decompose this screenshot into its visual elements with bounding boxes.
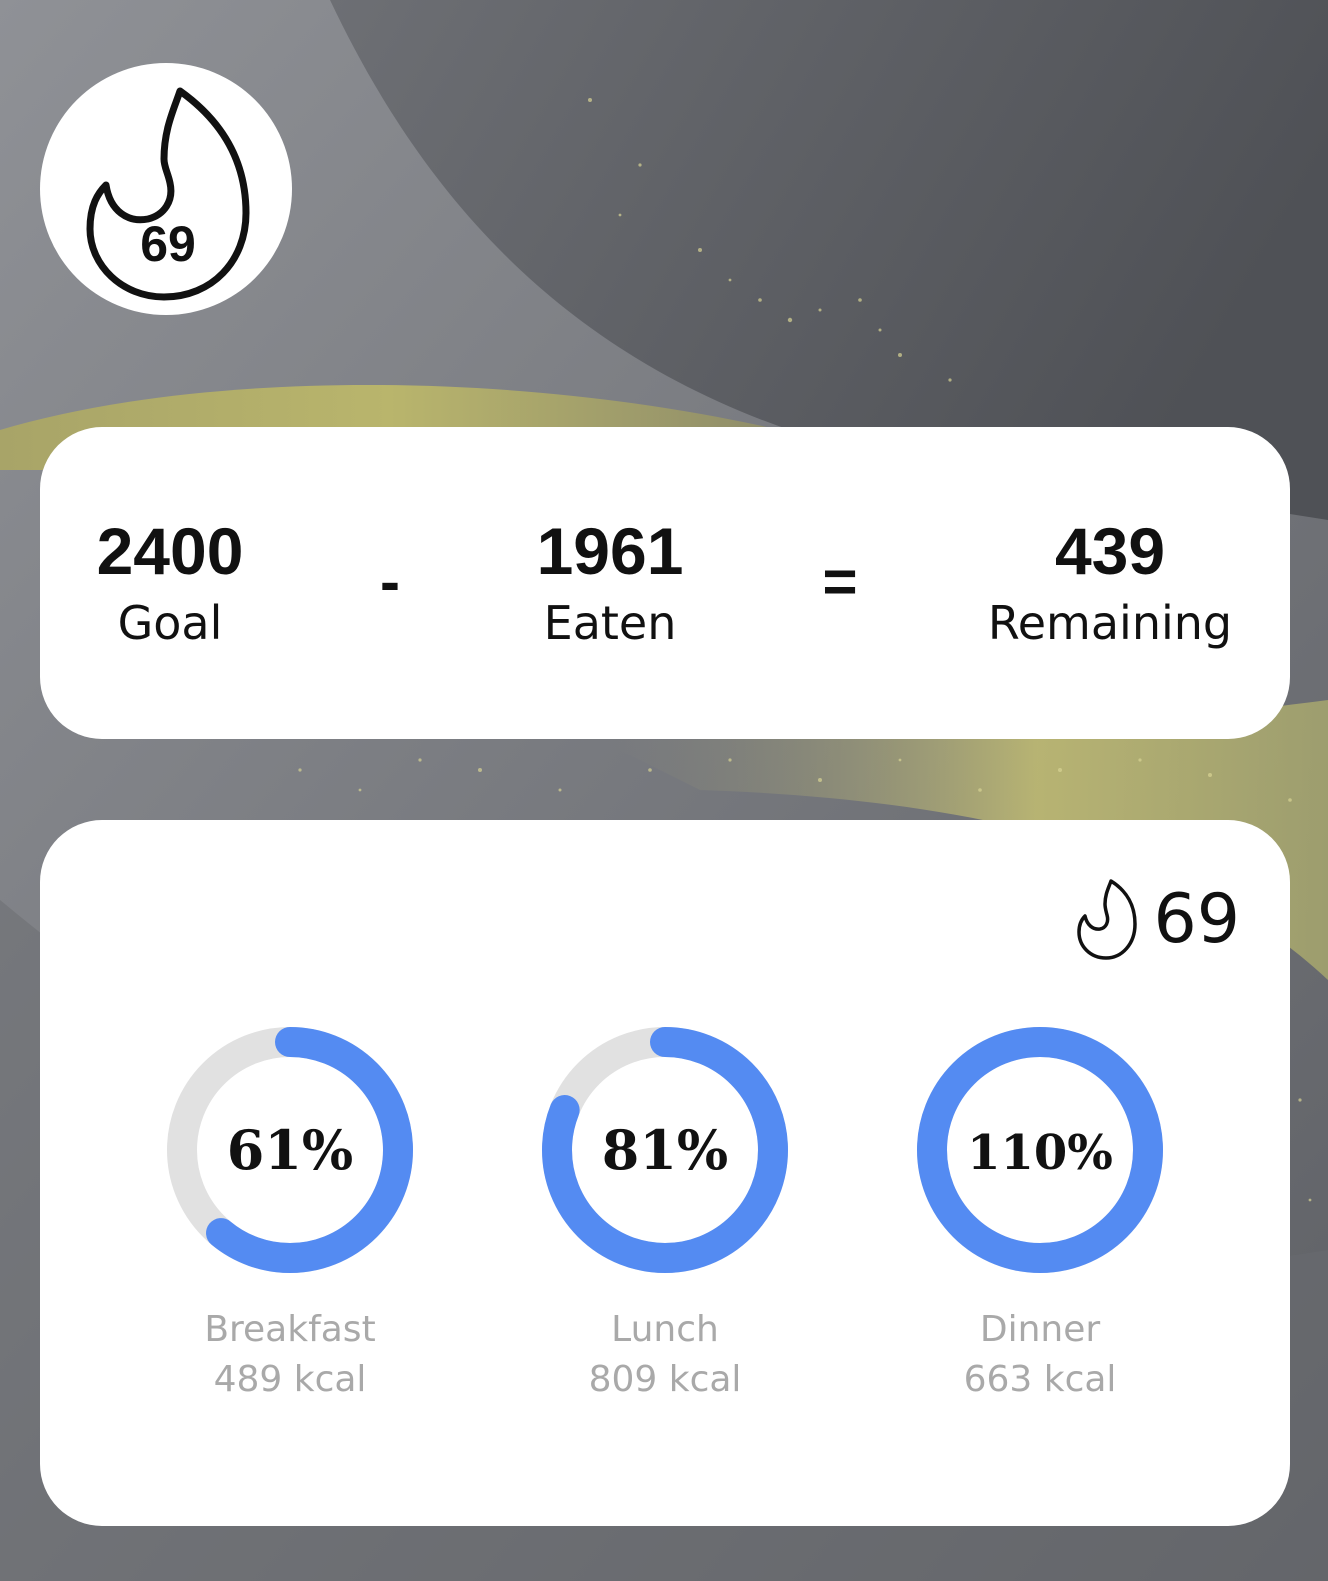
ring-percent-label: 61% [227, 1118, 353, 1182]
meal-kcal: 663 kcal [963, 1359, 1117, 1400]
progress-ring: 110% [917, 1027, 1163, 1273]
streak-badge[interactable]: 69 [40, 63, 292, 315]
eaten-value: 1961 [536, 514, 684, 588]
meal-kcal: 489 kcal [213, 1359, 367, 1400]
flame-icon: 69 [86, 87, 250, 301]
calorie-summary-card[interactable]: 2400 Goal - 1961 Eaten = 439 Remaining [40, 427, 1290, 739]
eaten-stat: 1961 Eaten [500, 515, 720, 653]
streak-mini-value: 69 [1153, 880, 1240, 959]
meals-card[interactable]: 69 61% Breakfast 489 kcal 81% Lunch 809 … [40, 820, 1290, 1526]
meal-dinner[interactable]: 110% Dinner 663 kcal [915, 1025, 1165, 1405]
remaining-label: Remaining [987, 596, 1233, 650]
ring-percent-label: 81% [602, 1118, 728, 1182]
progress-ring: 81% [542, 1027, 788, 1273]
goal-stat: 2400 Goal [70, 515, 270, 653]
flame-icon [1077, 879, 1138, 960]
meal-name: Breakfast [204, 1309, 376, 1350]
remaining-stat: 439 Remaining [980, 515, 1240, 653]
progress-ring: 61% [167, 1027, 413, 1273]
meal-kcal: 809 kcal [588, 1359, 742, 1400]
equals-sign: = [822, 548, 858, 615]
meal-name: Lunch [611, 1309, 719, 1350]
meal-breakfast[interactable]: 61% Breakfast 489 kcal [165, 1025, 415, 1405]
eaten-label: Eaten [543, 596, 677, 650]
remaining-value: 439 [1054, 514, 1166, 588]
ring-percent-label: 110% [967, 1125, 1113, 1181]
goal-value: 2400 [96, 514, 244, 588]
meal-lunch[interactable]: 81% Lunch 809 kcal [540, 1025, 790, 1405]
streak-indicator: 69 [1075, 878, 1240, 962]
meal-name: Dinner [979, 1309, 1101, 1350]
streak-badge-value: 69 [140, 216, 196, 272]
goal-label: Goal [117, 596, 223, 650]
minus-sign: - [380, 548, 400, 615]
